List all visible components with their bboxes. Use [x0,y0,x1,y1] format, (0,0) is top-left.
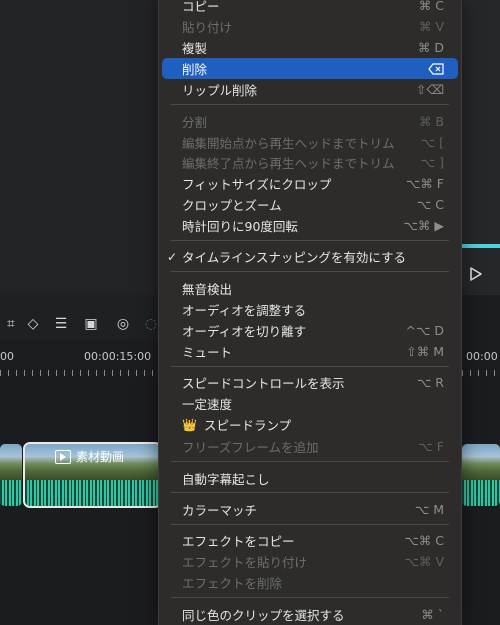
preview-right-panel [460,0,500,295]
menu-separator [171,597,449,598]
timecode-label: 00 [0,350,14,363]
menu-separator [171,240,449,241]
ruler-ticks [462,370,500,376]
menu-item-uniform-speed[interactable]: 一定速度 [162,393,458,414]
menu-item-delete[interactable]: 削除 [162,58,458,79]
frame-icon[interactable]: ▣ [80,314,102,334]
video-clip-icon [55,449,71,464]
menu-item-mute[interactable]: ミュート ⇧⌘ M [162,341,458,362]
crown-icon: 👑 [182,417,197,432]
menu-item-copy[interactable]: コピー ⌘ C [162,0,458,16]
menu-item-paste[interactable]: 貼り付け ⌘ V [162,16,458,37]
menu-item-crop-fit[interactable]: フィットサイズにクロップ ⌥⌘ F [162,173,458,194]
menu-item-adjust-audio[interactable]: オーディオを調整する [162,299,458,320]
play-icon[interactable] [469,267,483,281]
adjust-icon[interactable]: ☰ [50,314,72,334]
menu-separator [171,366,449,367]
timeline-clip[interactable] [462,444,500,506]
menu-item-freeze-frame[interactable]: フリーズフレームを追加 ⌥ F [162,436,458,457]
menu-item-delete-effect[interactable]: エフェクトを削除 [162,572,458,593]
menu-item-split[interactable]: 分割 ⌘ B [162,111,458,132]
context-menu: コピー ⌘ C 貼り付け ⌘ V 複製 ⌘ D 削除 リップル削除 ⇧⌫ 分割 … [158,0,462,625]
audio-icon[interactable]: ◎ [112,314,134,334]
menu-item-crop-zoom[interactable]: クロップとズーム ⌥ C [162,194,458,215]
color-icon[interactable]: ◇ [22,314,44,334]
timeline-clip-selected[interactable]: 素材動画 [23,442,162,508]
menu-separator [171,461,449,462]
menu-item-auto-caption[interactable]: 自動字幕起こし [162,468,458,489]
menu-item-trim-start[interactable]: 編集開始点から再生ヘッドまでトリム ⌥ [ [162,132,458,153]
menu-item-detach-audio[interactable]: オーディオを切り離す ^⌥ D [162,320,458,341]
menu-item-duplicate[interactable]: 複製 ⌘ D [162,37,458,58]
menu-item-silence-detect[interactable]: 無音検出 [162,278,458,299]
menu-item-speed-ramp[interactable]: 👑 スピードランプ [162,414,458,435]
menu-separator [171,492,449,493]
menu-item-copy-effect[interactable]: エフェクトをコピー ⌥⌘ C [162,530,458,551]
menu-item-snapping[interactable]: ✓ タイムラインスナッピングを有効にする [162,246,458,267]
menu-item-color-match[interactable]: カラーマッチ ⌥ M [162,499,458,520]
menu-item-rotate[interactable]: 時計回りに90度回転 ⌥⌘ ▶ [162,215,458,236]
delete-key-icon [428,62,444,75]
timeline-clip[interactable] [0,444,22,506]
ruler-ticks [0,370,160,376]
menu-item-speed-control[interactable]: スピードコントロールを表示 ⌥ R [162,372,458,393]
menu-separator [171,104,449,105]
timecode-label: 00:00 [466,350,498,363]
crop-icon[interactable]: ⌗ [0,314,22,334]
menu-separator [171,524,449,525]
menu-item-trim-end[interactable]: 編集終了点から再生ヘッドまでトリム ⌥ ] [162,152,458,173]
menu-item-ripple-delete[interactable]: リップル削除 ⇧⌫ [162,79,458,100]
clip-title: 素材動画 [55,448,124,465]
playback-progress-bar[interactable] [460,244,500,248]
checkmark-icon: ✓ [167,249,178,264]
menu-item-select-same-color[interactable]: 同じ色のクリップを選択する ⌘ ` [162,604,458,625]
menu-item-paste-effect[interactable]: エフェクトを貼り付け ⌥⌘ V [162,551,458,572]
timecode-label: 00:00:15:00 [84,350,152,363]
menu-separator [171,271,449,272]
